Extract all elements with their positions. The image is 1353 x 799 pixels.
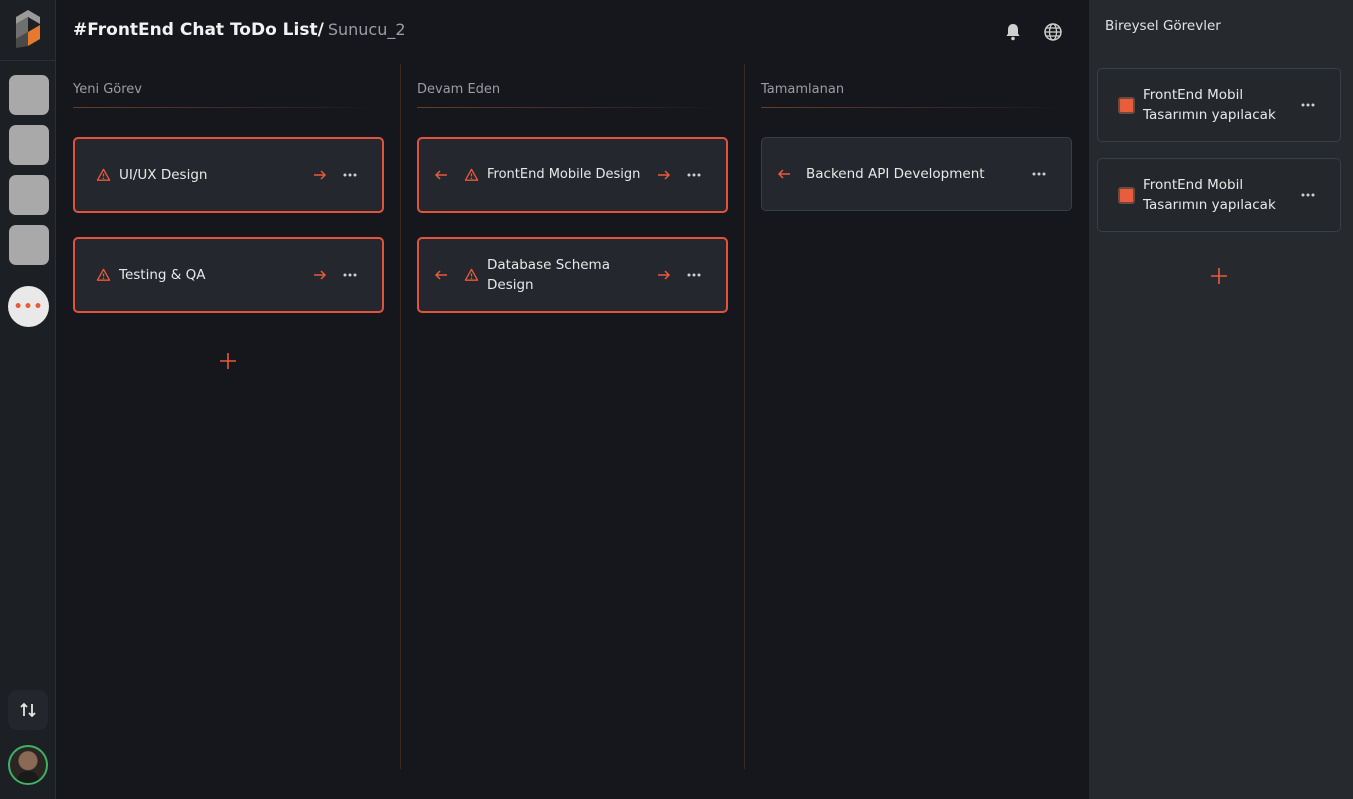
- more-horizontal-icon[interactable]: [342, 267, 358, 283]
- add-personal-task-plus-icon[interactable]: [1210, 267, 1228, 285]
- arrow-left-icon[interactable]: [776, 166, 792, 182]
- column-title: Devam Eden: [417, 82, 501, 97]
- task-card[interactable]: Testing & QA: [73, 237, 384, 313]
- bell-icon[interactable]: [1003, 22, 1023, 42]
- server-rail: •••: [0, 0, 56, 799]
- task-checkbox[interactable]: [1118, 97, 1135, 114]
- more-horizontal-icon[interactable]: [342, 167, 358, 183]
- column-new: Yeni Görev UI/UX Design Testing & QA: [56, 64, 400, 769]
- page-title: #FrontEnd Chat ToDo List/Sunucu_2: [73, 20, 406, 44]
- more-horizontal-icon[interactable]: [686, 167, 702, 183]
- column-underline: [761, 107, 1061, 108]
- warning-icon: [96, 268, 111, 281]
- app-logo-icon[interactable]: [14, 8, 42, 50]
- sort-button[interactable]: [8, 690, 48, 730]
- column-completed: Tamamlanan Backend API Development: [744, 64, 1088, 769]
- column-underline: [417, 107, 717, 108]
- server-item-2[interactable]: [9, 125, 49, 165]
- panel-title: Bireysel Görevler: [1105, 18, 1221, 34]
- task-card[interactable]: UI/UX Design: [73, 137, 384, 213]
- arrow-right-icon[interactable]: [312, 167, 328, 183]
- more-horizontal-icon[interactable]: [686, 267, 702, 283]
- task-card[interactable]: FrontEnd Mobile Design: [417, 137, 728, 213]
- warning-icon: [464, 168, 479, 181]
- arrow-left-icon[interactable]: [433, 267, 449, 283]
- channel-title: #FrontEnd Chat ToDo List/: [73, 20, 324, 40]
- task-title: Database Schema Design: [487, 257, 610, 293]
- server-name: Sunucu_2: [327, 20, 406, 39]
- warning-icon: [96, 168, 111, 181]
- personal-task-label: FrontEnd Mobil Tasarımın yapılacak: [1143, 177, 1276, 213]
- task-card[interactable]: Backend API Development: [761, 137, 1072, 211]
- personal-task-label: FrontEnd Mobil Tasarımın yapılacak: [1143, 87, 1276, 123]
- more-horizontal-icon[interactable]: [1031, 166, 1047, 182]
- user-avatar[interactable]: [8, 745, 48, 785]
- task-title: FrontEnd Mobile Design: [487, 167, 641, 182]
- rail-divider: [0, 60, 56, 61]
- warning-icon: [464, 268, 479, 281]
- server-item-1[interactable]: [9, 75, 49, 115]
- more-servers-button[interactable]: •••: [8, 286, 49, 327]
- more-dots-label: •••: [13, 298, 44, 315]
- app-root: ••• #FrontEnd Chat ToDo List/Sunucu_2 Ye…: [0, 0, 1353, 799]
- personal-task-item[interactable]: FrontEnd Mobil Tasarımın yapılacak: [1097, 158, 1341, 232]
- personal-task-item[interactable]: FrontEnd Mobil Tasarımın yapılacak: [1097, 68, 1341, 142]
- arrow-right-icon[interactable]: [312, 267, 328, 283]
- server-item-4[interactable]: [9, 225, 49, 265]
- column-underline: [73, 107, 373, 108]
- more-horizontal-icon[interactable]: [1300, 97, 1316, 113]
- more-horizontal-icon[interactable]: [1300, 187, 1316, 203]
- sort-arrows-icon: [20, 702, 36, 718]
- column-title: Yeni Görev: [73, 82, 142, 97]
- column-in-progress: Devam Eden FrontEnd Mobile Design Databa…: [400, 64, 744, 769]
- column-title: Tamamlanan: [761, 82, 845, 97]
- globe-icon[interactable]: [1043, 22, 1063, 42]
- task-title: UI/UX Design: [119, 167, 208, 183]
- arrow-right-icon[interactable]: [656, 167, 672, 183]
- task-checkbox[interactable]: [1118, 187, 1135, 204]
- task-card[interactable]: Database Schema Design: [417, 237, 728, 313]
- task-title: Backend API Development: [806, 166, 985, 182]
- arrow-left-icon[interactable]: [433, 167, 449, 183]
- add-task-plus-icon[interactable]: [219, 352, 237, 370]
- server-item-3[interactable]: [9, 175, 49, 215]
- task-title: Testing & QA: [119, 267, 206, 283]
- arrow-right-icon[interactable]: [656, 267, 672, 283]
- personal-tasks-panel: Bireysel Görevler FrontEnd Mobil Tasarım…: [1089, 0, 1353, 799]
